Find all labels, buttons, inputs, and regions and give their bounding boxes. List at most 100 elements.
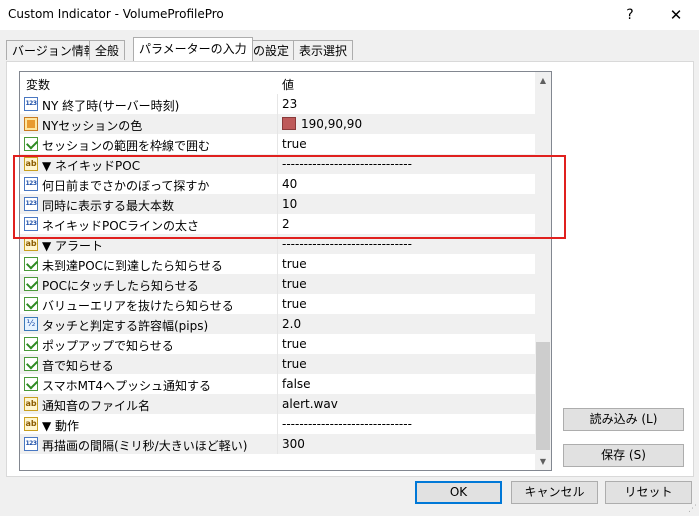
parameter-value-text: true <box>282 297 307 311</box>
parameter-row[interactable]: 同時に表示する最大本数 10 <box>20 194 535 214</box>
column-divider <box>277 314 278 334</box>
list-header: 変数 値 <box>20 72 535 94</box>
ok-button[interactable]: OK <box>415 481 502 504</box>
scroll-up-arrow-icon[interactable]: ▲ <box>535 72 551 89</box>
column-divider <box>277 234 278 254</box>
parameter-value-text: 2 <box>282 217 290 231</box>
parameter-value[interactable]: true <box>282 137 307 151</box>
parameter-name: 再描画の間隔(ミリ秒/大きいほど軽い) <box>42 439 248 453</box>
parameter-value[interactable]: true <box>282 257 307 271</box>
resize-grip-icon[interactable]: ⋰ <box>687 504 697 514</box>
parameter-value-text: true <box>282 137 307 151</box>
column-divider <box>277 254 278 274</box>
parameter-value-text: 190,90,90 <box>301 117 363 131</box>
integer-type-icon <box>24 197 38 211</box>
boolean-type-icon <box>24 277 38 291</box>
parameter-row[interactable]: タッチと判定する許容幅(pips) 2.0 <box>20 314 535 334</box>
scroll-thumb[interactable] <box>536 342 550 450</box>
cancel-button[interactable]: キャンセル <box>511 481 598 504</box>
boolean-type-icon <box>24 137 38 151</box>
parameter-value[interactable]: 2 <box>282 217 290 231</box>
parameter-row[interactable]: セッションの範囲を枠線で囲む true <box>20 134 535 154</box>
reset-button[interactable]: リセット <box>605 481 692 504</box>
parameter-name: ネイキッドPOCラインの太さ <box>42 219 200 233</box>
parameter-value[interactable]: 40 <box>282 177 297 191</box>
parameter-value[interactable]: ------------------------------ <box>282 237 412 251</box>
title-bar: Custom Indicator - VolumeProfilePro ? ✕ <box>0 0 699 30</box>
integer-type-icon <box>24 97 38 111</box>
parameter-value[interactable]: ------------------------------ <box>282 157 412 171</box>
parameter-name: 通知音のファイル名 <box>42 399 151 413</box>
parameter-row[interactable]: 何日前までさかのぼって探すか 40 <box>20 174 535 194</box>
parameter-value[interactable]: true <box>282 297 307 311</box>
column-header-variable[interactable]: 変数 <box>26 76 50 93</box>
parameter-value[interactable]: true <box>282 357 307 371</box>
parameter-value-text: ------------------------------ <box>282 237 412 251</box>
parameter-row[interactable]: ネイキッドPOCラインの太さ 2 <box>20 214 535 234</box>
parameter-name: NYセッションの色 <box>42 119 143 133</box>
save-button[interactable]: 保存 (S) <box>563 444 684 467</box>
column-divider <box>277 214 278 234</box>
parameter-row[interactable]: NYセッションの色 190,90,90 <box>20 114 535 134</box>
load-button[interactable]: 読み込み (L) <box>563 408 684 431</box>
color-type-icon <box>24 117 38 131</box>
parameter-name: 音で知らせる <box>42 359 114 373</box>
parameter-row[interactable]: POCにタッチしたら知らせる true <box>20 274 535 294</box>
column-divider <box>277 194 278 214</box>
column-divider <box>277 374 278 394</box>
integer-type-icon <box>24 437 38 451</box>
parameter-row[interactable]: バリューエリアを抜けたら知らせる true <box>20 294 535 314</box>
parameter-row[interactable]: スマホMT4へプッシュ通知する false <box>20 374 535 394</box>
tab-parameters[interactable]: パラメーターの入力 <box>133 37 253 61</box>
color-swatch[interactable] <box>282 117 296 130</box>
parameter-value[interactable]: 23 <box>282 97 297 111</box>
tab-version-info[interactable]: バージョン情報 <box>6 40 102 60</box>
column-divider <box>277 154 278 174</box>
tab-general[interactable]: 全般 <box>89 40 126 60</box>
parameter-name: 未到達POCに到達したら知らせる <box>42 259 223 273</box>
boolean-type-icon <box>24 377 38 391</box>
parameter-row[interactable]: ▼ アラート ------------------------------ <box>20 234 535 254</box>
column-divider <box>277 94 278 114</box>
parameter-value[interactable]: ------------------------------ <box>282 417 412 431</box>
parameter-row[interactable]: 通知音のファイル名 alert.wav <box>20 394 535 414</box>
parameter-value[interactable]: true <box>282 277 307 291</box>
column-divider <box>277 414 278 434</box>
parameter-row[interactable]: 音で知らせる true <box>20 354 535 374</box>
parameter-row[interactable]: 再描画の間隔(ミリ秒/大きいほど軽い) 300 <box>20 434 535 454</box>
parameter-row[interactable]: 未到達POCに到達したら知らせる true <box>20 254 535 274</box>
parameter-value[interactable]: 300 <box>282 437 305 451</box>
help-button[interactable]: ? <box>616 4 644 26</box>
parameter-name: ▼ ネイキッドPOC <box>42 159 141 173</box>
column-divider <box>277 174 278 194</box>
parameter-row[interactable]: ポップアップで知らせる true <box>20 334 535 354</box>
scroll-down-arrow-icon[interactable]: ▼ <box>535 453 551 470</box>
string-type-icon <box>24 397 38 411</box>
parameter-row[interactable]: ▼ 動作 ------------------------------ <box>20 414 535 434</box>
string-type-icon <box>24 237 38 251</box>
parameter-value[interactable]: 2.0 <box>282 317 301 331</box>
boolean-type-icon <box>24 337 38 351</box>
column-divider <box>277 354 278 374</box>
parameter-value[interactable]: 190,90,90 <box>282 117 362 131</box>
parameter-value[interactable]: false <box>282 377 311 391</box>
parameter-name: POCにタッチしたら知らせる <box>42 279 199 293</box>
parameter-row[interactable]: NY 終了時(サーバー時刻) 23 <box>20 94 535 114</box>
parameter-value[interactable]: alert.wav <box>282 397 338 411</box>
window-title: Custom Indicator - VolumeProfilePro <box>8 7 224 21</box>
parameter-row[interactable]: ▼ ネイキッドPOC ------------------------------ <box>20 154 535 174</box>
vertical-scrollbar[interactable]: ▲ ▼ <box>535 72 551 470</box>
boolean-type-icon <box>24 297 38 311</box>
close-button[interactable]: ✕ <box>662 4 690 26</box>
double-type-icon <box>24 317 38 331</box>
parameter-value-text: ------------------------------ <box>282 157 412 171</box>
parameter-value[interactable]: true <box>282 337 307 351</box>
column-header-value[interactable]: 値 <box>282 76 294 93</box>
parameter-value-text: alert.wav <box>282 397 338 411</box>
parameter-value[interactable]: 10 <box>282 197 297 211</box>
parameter-list[interactable]: 変数 値 NY 終了時(サーバー時刻) 23 NYセッションの色 190,90,90 セ… <box>19 71 552 471</box>
parameter-list-body: 変数 値 NY 終了時(サーバー時刻) 23 NYセッションの色 190,90,90 セ… <box>20 72 535 470</box>
parameter-value-text: true <box>282 277 307 291</box>
tab-visualization[interactable]: 表示選択 <box>293 40 354 60</box>
parameter-value-text: 2.0 <box>282 317 302 331</box>
